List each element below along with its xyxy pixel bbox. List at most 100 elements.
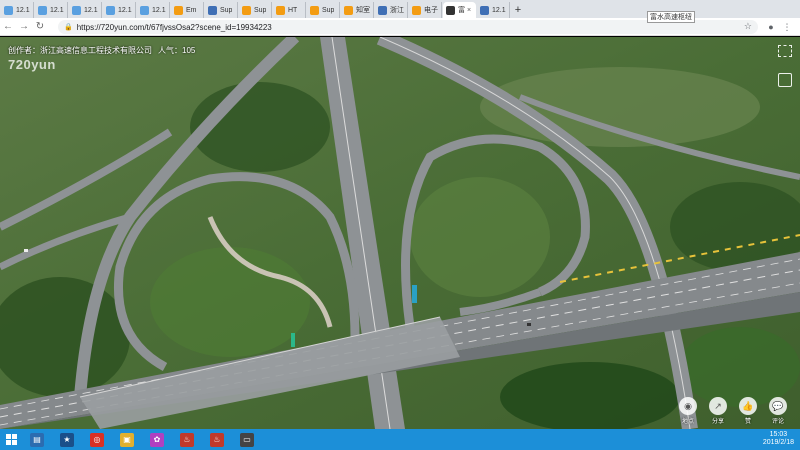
share-label: 分享 — [711, 419, 724, 425]
close-tab-icon[interactable]: × — [467, 7, 471, 14]
tab-label: HT — [288, 6, 298, 14]
location-label: 地点 — [681, 419, 694, 425]
share-icon: ↗ — [709, 397, 727, 415]
tab-label: 浙江 — [390, 7, 404, 14]
gyroscope-icon[interactable] — [778, 73, 792, 87]
fullscreen-icon[interactable] — [778, 45, 792, 57]
tab-label: Em — [186, 6, 197, 14]
tab-favicon-icon — [412, 5, 421, 15]
author-name: 创作者：浙江高速信息工程技术有限公司 — [8, 46, 152, 55]
clock-date: 2019/2/18 — [762, 439, 794, 446]
tab-favicon-icon — [446, 5, 455, 15]
tab-favicon-icon — [276, 5, 285, 15]
comment-label: 评论 — [771, 419, 784, 425]
browser-tab[interactable]: 知室 — [341, 2, 374, 18]
tab-favicon-icon — [310, 5, 319, 15]
taskbar-app-chrome[interactable]: ◎ — [82, 429, 112, 450]
explorer-icon: ▣ — [120, 432, 134, 447]
chrome-icon: ◎ — [90, 432, 104, 447]
taskbar-app-java2[interactable]: ♨ — [202, 429, 232, 450]
browser-tab[interactable]: Sup — [205, 2, 238, 18]
action-bar: ◉ 地点 ↗ 分享 👍 赞 💬 评论 — [676, 397, 790, 425]
taskbar-app-java[interactable]: ♨ — [172, 429, 202, 450]
file-manager-icon: ▤ — [30, 432, 44, 447]
tab-label: Sup — [322, 6, 335, 14]
browser-tab[interactable]: 12.1 — [137, 2, 170, 18]
taskbar-app-monitor[interactable]: ▭ — [232, 429, 262, 450]
tab-favicon-icon — [4, 5, 13, 15]
comment-icon: 💬 — [769, 397, 787, 415]
browser-tab[interactable]: 12.1 — [477, 2, 510, 18]
url-text: https://720yun.com/t/67fjvssOsa2?scene_i… — [76, 22, 272, 32]
browser-tab[interactable]: Sup — [239, 2, 272, 18]
taskbar-app-explorer[interactable]: ▣ — [112, 429, 142, 450]
taskbar-app-media[interactable]: ★ — [52, 429, 82, 450]
browser-tab[interactable]: 富 × — [443, 2, 476, 18]
clock-time: 15:03 — [769, 431, 788, 438]
location-icon: ◉ — [679, 397, 697, 415]
browser-tab[interactable]: HT — [273, 2, 306, 18]
tab-label: 知室 — [356, 7, 370, 14]
menu-icon[interactable]: ⋮ — [780, 19, 794, 35]
tab-label: Sup — [220, 6, 233, 14]
java-icon: ♨ — [180, 432, 194, 447]
browser-tab[interactable]: 12.1 — [69, 2, 102, 18]
view-count: 人气：105 — [158, 46, 196, 55]
tab-label: 12.1 — [118, 6, 132, 14]
like-button[interactable]: 👍 赞 — [736, 397, 760, 425]
java2-icon: ♨ — [210, 432, 224, 447]
tab-favicon-icon — [38, 5, 47, 15]
tab-favicon-icon — [242, 5, 251, 15]
system-clock[interactable]: 15:03 2019/2/18 — [763, 431, 794, 447]
taskbar-app-photos[interactable]: ✿ — [142, 429, 172, 450]
tab-favicon-icon — [140, 5, 149, 15]
browser-tab[interactable]: Sup — [307, 2, 340, 18]
tab-label: 12.1 — [50, 6, 64, 14]
aerial-interchange-image — [0, 37, 800, 429]
photos-icon: ✿ — [150, 432, 164, 447]
media-icon: ★ — [60, 432, 74, 447]
browser-tab[interactable]: 浙江 — [375, 2, 408, 18]
browser-tab[interactable]: 12.1 — [103, 2, 136, 18]
tab-favicon-icon — [208, 5, 217, 15]
taskbar-apps: ▤ ★ ◎ ▣ ✿ ♨ ♨ ▭ — [22, 429, 262, 450]
browser-tab[interactable]: 12.1 — [35, 2, 68, 18]
panorama-view[interactable]: 创作者：浙江高速信息工程技术有限公司 人气：105 720yun ◉ 地点 ↗ 分享 👍 赞… — [0, 37, 800, 429]
browser-tab[interactable]: 12.1 — [1, 2, 34, 18]
start-button[interactable] — [0, 429, 22, 450]
tab-favicon-icon — [174, 5, 183, 15]
tab-label: Sup — [254, 6, 267, 14]
new-tab-button[interactable]: + — [510, 2, 526, 18]
tab-label: 12.1 — [16, 6, 30, 14]
browser-tab[interactable]: Em — [171, 2, 204, 18]
like-label: 赞 — [744, 419, 751, 425]
share-button[interactable]: ↗ 分享 — [706, 397, 730, 425]
back-button[interactable]: ← — [0, 19, 16, 35]
tab-favicon-icon — [480, 5, 489, 15]
720yun-logo: 720yun — [8, 57, 56, 72]
forward-button[interactable]: → — [16, 19, 32, 35]
tab-favicon-icon — [378, 5, 387, 15]
tab-favicon-icon — [106, 5, 115, 15]
author-info: 创作者：浙江高速信息工程技术有限公司 人气：105 — [8, 45, 195, 56]
windows-logo-icon — [5, 434, 17, 445]
profile-icon[interactable]: ● — [764, 19, 778, 35]
tab-label: 12.1 — [84, 6, 98, 14]
location-button[interactable]: ◉ 地点 — [676, 397, 700, 425]
windows-taskbar: ▤ ★ ◎ ▣ ✿ ♨ ♨ ▭ 15:03 2019/2/18 — [0, 429, 800, 450]
tab-favicon-icon — [344, 5, 353, 15]
tab-label: 电子 — [424, 7, 438, 14]
tab-label: 12.1 — [492, 6, 506, 14]
lock-icon: 🔒 — [64, 24, 73, 31]
like-icon: 👍 — [739, 397, 757, 415]
bookmark-star-icon[interactable]: ☆ — [744, 21, 752, 32]
taskbar-app-file-manager[interactable]: ▤ — [22, 429, 52, 450]
tab-favicon-icon — [72, 5, 81, 15]
reload-button[interactable]: ↻ — [32, 19, 48, 35]
tab-label: 12.1 — [152, 6, 166, 14]
comment-button[interactable]: 💬 评论 — [766, 397, 790, 425]
browser-tab[interactable]: 电子 — [409, 2, 442, 18]
tab-label: 富 — [458, 7, 465, 14]
monitor-icon: ▭ — [240, 432, 254, 447]
tab-tooltip: 富水高速枢纽 — [647, 11, 695, 23]
